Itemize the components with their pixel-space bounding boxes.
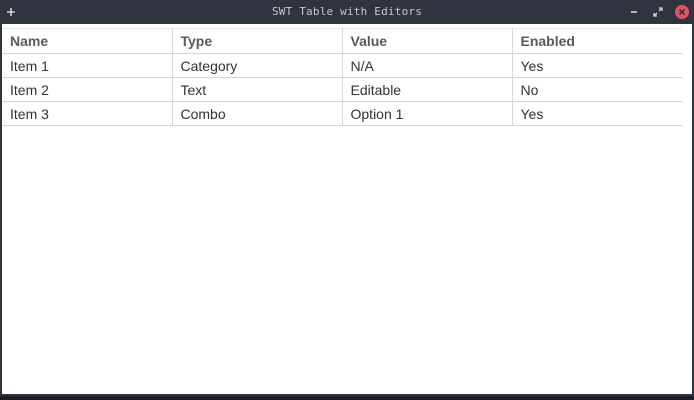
- taskbar-edge: [0, 396, 694, 400]
- cell-type[interactable]: Category: [172, 53, 343, 78]
- maximize-icon[interactable]: [650, 4, 666, 20]
- column-header-value[interactable]: Value: [342, 28, 513, 54]
- cell-type[interactable]: Text: [172, 77, 343, 102]
- column-header-type[interactable]: Type: [172, 28, 343, 54]
- cell-value[interactable]: Editable: [342, 77, 513, 102]
- column-header-enabled[interactable]: Enabled: [512, 28, 682, 54]
- column-header-name[interactable]: Name: [2, 28, 173, 54]
- close-icon: [675, 5, 689, 19]
- table-row[interactable]: Item 2 Text Editable No: [2, 77, 682, 102]
- cell-enabled[interactable]: Yes: [512, 53, 682, 78]
- cell-name[interactable]: Item 2: [2, 77, 173, 102]
- table-row[interactable]: Item 1 Category N/A Yes: [2, 53, 682, 78]
- cell-name[interactable]: Item 3: [2, 101, 173, 126]
- window-title: SWT Table with Editors: [271, 5, 423, 18]
- editors-table[interactable]: Name Type Value Enabled Item 1 Category …: [2, 28, 682, 126]
- application-window: SWT Table with Editors Name Type Value E…: [0, 0, 694, 400]
- cell-value[interactable]: Option 1: [342, 101, 513, 126]
- table-header: Name Type Value Enabled: [2, 28, 682, 54]
- cell-enabled[interactable]: Yes: [512, 101, 682, 126]
- cell-value[interactable]: N/A: [342, 53, 513, 78]
- cell-name[interactable]: Item 1: [2, 53, 173, 78]
- title-bar[interactable]: SWT Table with Editors: [0, 0, 694, 24]
- cell-enabled[interactable]: No: [512, 77, 682, 102]
- table-row[interactable]: Item 3 Combo Option 1 Yes: [2, 101, 682, 126]
- minimize-icon[interactable]: [626, 4, 642, 20]
- table-viewport[interactable]: Name Type Value Enabled Item 1 Category …: [2, 24, 692, 394]
- cell-type[interactable]: Combo: [172, 101, 343, 126]
- close-button[interactable]: [674, 4, 690, 20]
